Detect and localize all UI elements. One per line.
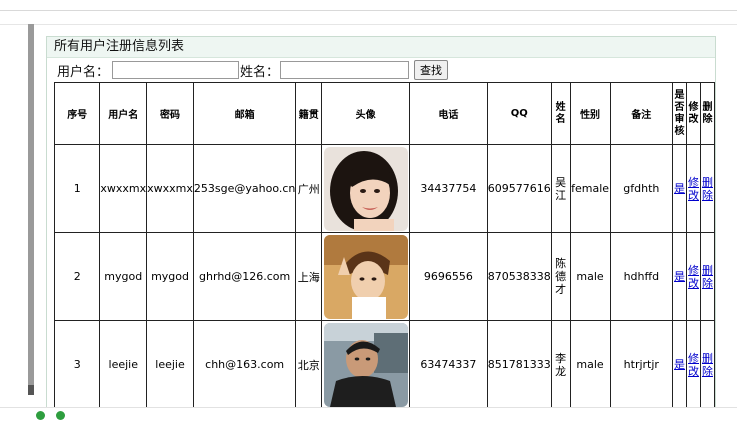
cell-delete: 删除 [699, 320, 715, 409]
page-title: 所有用户注册信息列表 [47, 37, 715, 58]
cell-password: xwxxmx [146, 144, 194, 233]
col-header-phone: 电话 [409, 82, 488, 145]
col-header-username: 用户名 [99, 82, 148, 145]
status-indicators [36, 411, 66, 421]
col-header-gender: 性别 [569, 82, 611, 145]
status-bar [0, 407, 737, 426]
user-list-panel: 所有用户注册信息列表 用户名： 姓名： 查找 序号 用户名 密码 邮箱 籍贯 头… [46, 36, 716, 418]
cell-password: leejie [146, 320, 194, 409]
cell-origin: 上海 [295, 232, 323, 321]
col-header-email: 邮箱 [192, 82, 297, 145]
status-dot-icon [36, 411, 45, 420]
search-bar: 用户名： 姓名： 查找 [47, 58, 715, 80]
cell-reviewed: 是 [672, 144, 688, 233]
cell-phone: 63474337 [409, 320, 488, 409]
cell-edit: 修改 [686, 320, 701, 409]
reviewed-link[interactable]: 是 [674, 270, 685, 283]
left-scroll-rail[interactable] [28, 24, 34, 385]
col-header-password: 密码 [146, 82, 194, 145]
table-row: 2 mygod mygod ghrhd@126.com 上海 9696556 8… [53, 232, 715, 321]
cell-username: leejie [99, 320, 148, 409]
col-header-avatar: 头像 [321, 82, 411, 145]
cell-edit: 修改 [686, 232, 701, 321]
cell-name: 陈德才 [550, 232, 571, 321]
cell-qq: 851781333 [486, 320, 552, 409]
col-header-id: 序号 [53, 82, 101, 145]
browser-top-frame [0, 0, 737, 25]
left-scroll-rail-end[interactable] [28, 385, 34, 395]
cell-id: 1 [53, 144, 101, 233]
cell-username: mygod [99, 232, 148, 321]
cell-reviewed: 是 [672, 232, 688, 321]
cell-edit: 修改 [686, 144, 701, 233]
cell-avatar [321, 232, 411, 321]
avatar [323, 322, 408, 407]
name-input[interactable] [280, 61, 409, 79]
cell-email: 253sge@yahoo.cn [192, 144, 297, 233]
table-row: 1 xwxxmx xwxxmx 253sge@yahoo.cn 广州 34437… [53, 144, 715, 233]
users-table: 序号 用户名 密码 邮箱 籍贯 头像 电话 QQ 姓名 性别 备注 是否审核 修… [53, 82, 715, 409]
col-header-origin: 籍贯 [295, 82, 323, 145]
status-dot-icon [56, 411, 66, 420]
col-header-qq: QQ [486, 82, 552, 145]
cell-gender: male [569, 232, 611, 321]
cell-origin: 北京 [295, 320, 323, 409]
cell-name: 吴江 [550, 144, 571, 233]
edit-link[interactable]: 修改 [688, 352, 699, 378]
top-divider [0, 10, 737, 11]
cell-phone: 9696556 [409, 232, 488, 321]
avatar [323, 234, 408, 319]
cell-remark: hdhffd [609, 232, 674, 321]
col-header-edit: 修改 [686, 82, 701, 145]
cell-reviewed: 是 [672, 320, 688, 409]
col-header-name: 姓名 [550, 82, 571, 145]
cell-name: 李龙 [550, 320, 571, 409]
edit-link[interactable]: 修改 [688, 176, 699, 202]
cell-avatar [321, 320, 411, 409]
cell-remark: gfdhth [609, 144, 674, 233]
cell-phone: 34437754 [409, 144, 488, 233]
cell-email: ghrhd@126.com [192, 232, 297, 321]
avatar [323, 146, 408, 231]
cell-avatar [321, 144, 411, 233]
cell-username: xwxxmx [99, 144, 148, 233]
cell-id: 2 [53, 232, 101, 321]
cell-gender: male [569, 320, 611, 409]
cell-delete: 删除 [699, 144, 715, 233]
cell-gender: female [569, 144, 611, 233]
cell-qq: 609577616 [486, 144, 552, 233]
search-button[interactable]: 查找 [414, 60, 448, 80]
username-input[interactable] [112, 61, 239, 79]
cell-origin: 广州 [295, 144, 323, 233]
reviewed-link[interactable]: 是 [674, 182, 685, 195]
col-header-delete: 删除 [699, 82, 715, 145]
cell-delete: 删除 [699, 232, 715, 321]
col-header-remark: 备注 [609, 82, 674, 145]
name-label: 姓名： [240, 65, 280, 80]
delete-link[interactable]: 删除 [702, 176, 713, 202]
username-label: 用户名： [57, 65, 110, 80]
col-header-reviewed: 是否审核 [672, 82, 688, 145]
reviewed-link[interactable]: 是 [674, 358, 685, 371]
cell-id: 3 [53, 320, 101, 409]
edit-link[interactable]: 修改 [688, 264, 699, 290]
delete-link[interactable]: 删除 [702, 352, 713, 378]
cell-password: mygod [146, 232, 194, 321]
cell-email: chh@163.com [192, 320, 297, 409]
cell-qq: 870538338 [486, 232, 552, 321]
cell-remark: htrjrtjr [609, 320, 674, 409]
table-row: 3 leejie leejie chh@163.com 北京 63474337 … [53, 320, 715, 409]
delete-link[interactable]: 删除 [702, 264, 713, 290]
table-header-row: 序号 用户名 密码 邮箱 籍贯 头像 电话 QQ 姓名 性别 备注 是否审核 修… [53, 82, 715, 145]
